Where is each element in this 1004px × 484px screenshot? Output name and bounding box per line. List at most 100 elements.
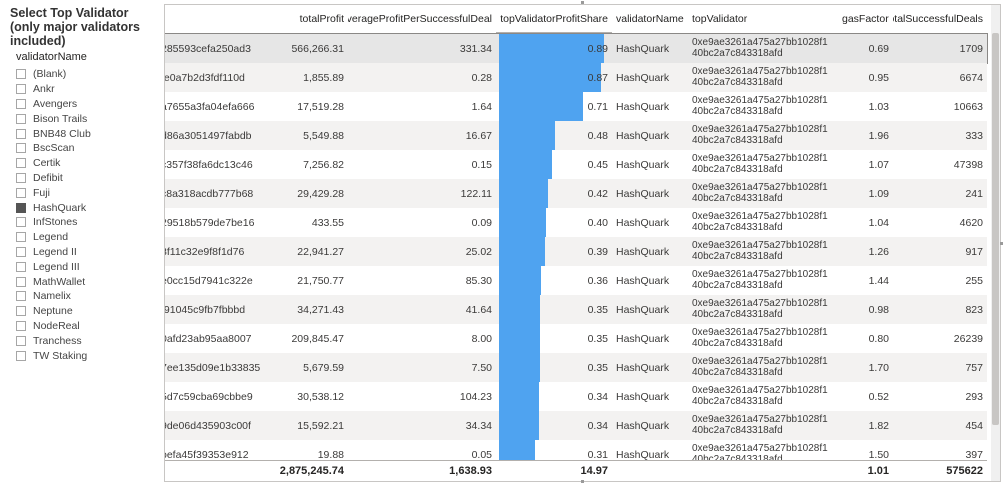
table-row[interactable]: c357f38fa6dc13c46 7,256.82 0.15 0.45 HashQua… xyxy=(165,150,987,179)
top-validator-line2: 40bc2a7c843318afd xyxy=(692,222,783,233)
checkbox-icon[interactable] xyxy=(16,217,26,228)
top-validator-line1: 0xe9ae3261a475a27bb1028f1 xyxy=(692,66,828,77)
checkbox-icon[interactable] xyxy=(16,246,26,257)
vertical-scrollbar[interactable] xyxy=(991,5,1000,481)
resize-grip-right[interactable] xyxy=(1000,242,1003,245)
resize-grip-bottom[interactable] xyxy=(581,480,584,483)
table-row[interactable]: 285593cefa250ad3 566,266.31 331.34 0.89 Hash… xyxy=(165,33,988,64)
slicer-item[interactable]: Fuji xyxy=(16,185,156,200)
slicer-item[interactable]: Defibit xyxy=(16,171,156,186)
slicer-item[interactable]: Certik xyxy=(16,156,156,171)
header-id[interactable] xyxy=(165,5,268,33)
table-row[interactable]: fe0a7b2d3fdf110d 1,855.89 0.28 0.87 HashQuar… xyxy=(165,63,987,92)
profit-share-bar xyxy=(499,353,540,382)
profit-share-bar xyxy=(499,266,541,295)
header-total-successful-deals[interactable]: totalSuccessfulDeals xyxy=(893,5,987,33)
row-id-cell: a7655a3fa04efa666 xyxy=(165,100,255,113)
gas-factor-cell: 0.98 xyxy=(868,303,889,316)
checkbox-icon[interactable] xyxy=(16,128,26,139)
table-row[interactable]: 7ee135d09e1b33835 5,679.59 7.50 0.35 HashQua… xyxy=(165,353,987,382)
table-row[interactable]: 9de06d435903c00f 15,592.21 34.34 0.34 HashQu… xyxy=(165,411,987,440)
checkbox-icon[interactable] xyxy=(16,320,26,331)
table-row[interactable]: f91045c9fb7fbbbd 34,271.43 41.64 0.35 HashQu… xyxy=(165,295,987,324)
header-total-profit[interactable]: totalProfit xyxy=(268,5,348,33)
table-row[interactable]: e0cc15d7941c322e 21,750.77 85.30 0.36 HashQu… xyxy=(165,266,987,295)
checkbox-icon[interactable] xyxy=(16,113,26,124)
checkbox-icon[interactable] xyxy=(16,306,26,317)
resize-grip-top[interactable] xyxy=(581,1,584,4)
total-profit-cell: 22,941.27 xyxy=(297,245,344,258)
successful-deals-cell: 6674 xyxy=(959,71,983,84)
slicer-item-label: Tranchess xyxy=(33,334,82,347)
checkbox-icon[interactable] xyxy=(16,291,26,302)
checkbox-icon[interactable] xyxy=(16,261,26,272)
successful-deals-cell: 823 xyxy=(965,303,983,316)
checkbox-icon[interactable] xyxy=(16,172,26,183)
checkbox-icon[interactable] xyxy=(16,98,26,109)
top-validator-cell: 0xe9ae3261a475a27bb1028f140bc2a7c843318a… xyxy=(688,34,838,63)
profit-share-bar xyxy=(499,411,539,440)
gas-factor-cell: 1.96 xyxy=(868,129,889,142)
checkbox-icon[interactable] xyxy=(16,276,26,287)
validator-name-total xyxy=(612,461,688,481)
slicer-item[interactable]: Ankr xyxy=(16,82,156,97)
checkbox-icon[interactable] xyxy=(16,232,26,243)
header-top-validator-profit-share[interactable]: topValidatorProfitShare xyxy=(496,5,612,33)
slicer-item[interactable]: Namelix xyxy=(16,289,156,304)
scrollbar-thumb[interactable] xyxy=(992,33,999,425)
top-validator-cell: 0xe9ae3261a475a27bb1028f140bc2a7c843318a… xyxy=(688,266,838,295)
slicer-item[interactable]: Bison Trails xyxy=(16,111,156,126)
checkbox-checked-icon[interactable] xyxy=(16,202,26,213)
checkbox-icon[interactable] xyxy=(16,143,26,154)
slicer-item[interactable]: (Blank) xyxy=(16,67,156,82)
checkbox-icon[interactable] xyxy=(16,350,26,361)
header-average-profit[interactable]: averageProfitPerSuccessfulDeal xyxy=(348,5,496,33)
top-validator-line2: 40bc2a7c843318afd xyxy=(692,106,783,117)
table-row[interactable]: d86a3051497fabdb 5,549.88 16.67 0.48 HashQua… xyxy=(165,121,987,150)
slicer-field-header: validatorName xyxy=(16,51,87,63)
slicer-item[interactable]: BNB48 Club xyxy=(16,126,156,141)
profit-share-value: 0.89 xyxy=(587,42,608,55)
total-profit-cell: 433.55 xyxy=(311,216,344,229)
successful-deals-cell: 1709 xyxy=(959,42,983,55)
slicer-item[interactable]: Legend xyxy=(16,230,156,245)
checkbox-icon[interactable] xyxy=(16,84,26,95)
table-row[interactable]: c8a318acdb777b68 29,429.28 122.11 0.42 HashQ… xyxy=(165,179,987,208)
header-gas-factor[interactable]: gasFactor xyxy=(838,5,893,33)
table-row[interactable]: a7655a3fa04efa666 17,519.28 1.64 0.71 HashQu… xyxy=(165,92,987,121)
top-validator-cell: 0xe9ae3261a475a27bb1028f140bc2a7c843318a… xyxy=(688,411,838,440)
slicer-item[interactable]: HashQuark xyxy=(16,200,156,215)
slicer-item[interactable]: NodeReal xyxy=(16,319,156,334)
slicer-item[interactable]: Tranchess xyxy=(16,333,156,348)
slicer-item[interactable]: Neptune xyxy=(16,304,156,319)
profit-share-bar xyxy=(499,121,555,150)
checkbox-icon[interactable] xyxy=(16,187,26,198)
header-top-validator[interactable]: topValidator xyxy=(688,5,838,33)
slicer-item[interactable]: Legend II xyxy=(16,245,156,260)
checkbox-icon[interactable] xyxy=(16,158,26,169)
successful-deals-cell: 255 xyxy=(965,274,983,287)
table-row[interactable]: 5d7c59cba69cbbe9 30,538.12 104.23 0.34 HashQ… xyxy=(165,382,987,411)
gas-factor-cell: 1.09 xyxy=(868,187,889,200)
table-row[interactable]: 3f11c32e9f8f1d76 22,941.27 25.02 0.39 HashQu… xyxy=(165,237,987,266)
top-validator-line2: 40bc2a7c843318afd xyxy=(692,338,783,349)
slicer-item[interactable]: Avengers xyxy=(16,97,156,112)
checkbox-icon[interactable] xyxy=(16,69,26,80)
slicer-item[interactable]: TW Staking xyxy=(16,348,156,363)
validator-name-cell: HashQuark xyxy=(616,274,670,287)
slicer-item[interactable]: MathWallet xyxy=(16,274,156,289)
top-validator-line1: 0xe9ae3261a475a27bb1028f1 xyxy=(692,211,828,222)
profit-share-bar xyxy=(499,382,539,411)
profit-share-bar xyxy=(499,208,546,237)
profit-share-cell: 0.35 xyxy=(496,295,612,324)
slicer-item-label: Fuji xyxy=(33,186,50,199)
table-row[interactable]: 0afd23ab95aa8007 209,845.47 8.00 0.35 HashQu… xyxy=(165,324,987,353)
profit-share-cell: 0.87 xyxy=(496,63,612,92)
slicer-item[interactable]: InfStones xyxy=(16,215,156,230)
slicer-item[interactable]: Legend III xyxy=(16,259,156,274)
header-validator-name[interactable]: validatorName xyxy=(612,5,688,33)
checkbox-icon[interactable] xyxy=(16,335,26,346)
table-row[interactable]: 29518b579de7be16 433.55 0.09 0.40 HashQuark 0… xyxy=(165,208,987,237)
profit-share-value: 0.40 xyxy=(587,216,608,229)
slicer-item[interactable]: BscScan xyxy=(16,141,156,156)
